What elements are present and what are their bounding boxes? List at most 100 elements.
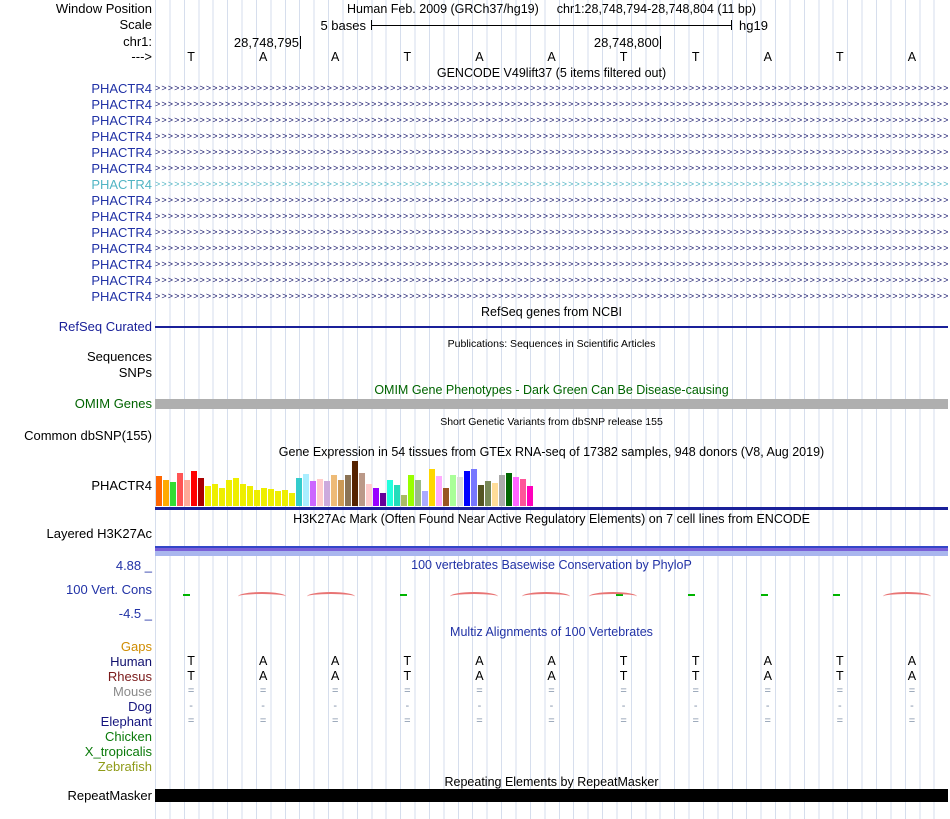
transcript-arrow-line: >>>>>>>>>>>>>>>>>>>>>>>>>>>>>>>>>>>>>>>>… (155, 227, 948, 237)
gtex-expression-bar (478, 485, 484, 506)
gtex-expression-bar (513, 477, 519, 506)
alignment-row: Human T A A T A A T T A T A (0, 654, 950, 669)
coordinate-tick-label: 28,748,795 (233, 35, 299, 50)
gtex-expression-bar (520, 479, 526, 506)
gtex-expression-bar (485, 481, 491, 506)
species-label[interactable]: Human (0, 654, 152, 669)
gencode-item-label[interactable]: PHACTR4 (0, 257, 152, 273)
alignment-mark: = (764, 685, 771, 697)
gencode-item-label[interactable]: PHACTR4 (0, 113, 152, 129)
species-label[interactable]: Rhesus (0, 669, 152, 684)
gencode-item-label[interactable]: PHACTR4 (0, 161, 152, 177)
gtex-expression-bar (324, 481, 330, 506)
conservation-min-value: -4.5 _ (118, 606, 152, 621)
alignment-mark: = (259, 715, 267, 727)
sequences-label[interactable]: Sequences (0, 350, 152, 364)
layered-h3k27ac-label[interactable]: Layered H3K27Ac (0, 527, 152, 541)
snps-label[interactable]: SNPs (0, 366, 152, 380)
gencode-item-label[interactable]: PHACTR4 (0, 273, 152, 289)
omim-genes-label[interactable]: OMIM Genes (0, 397, 152, 411)
gtex-gene-label[interactable]: PHACTR4 (0, 479, 152, 493)
gtex-expression-bar (373, 488, 379, 506)
base-letter: T (691, 50, 700, 64)
gtex-gene-model-line (155, 507, 948, 510)
alignment-mark: - (621, 700, 626, 712)
gtex-expression-bar (205, 486, 211, 506)
aligned-base: A (547, 654, 556, 668)
species-label[interactable]: Gaps (0, 639, 152, 654)
conservation-max-value: 4.88 _ (115, 558, 152, 573)
transcript-arrow-line: >>>>>>>>>>>>>>>>>>>>>>>>>>>>>>>>>>>>>>>>… (155, 259, 948, 269)
aligned-base: A (331, 669, 340, 683)
alignment-mark: = (404, 715, 411, 727)
gencode-item-label[interactable]: PHACTR4 (0, 289, 152, 305)
alignment-mark: = (332, 715, 339, 727)
gtex-expression-bar (219, 488, 225, 506)
gencode-transcript-row: PHACTR4 >>>>>>>>>>>>>>>>>>>>>>>>>>>>>>>>>… (0, 128, 950, 144)
gtex-expression-bar (401, 495, 407, 506)
refseq-gene-line (155, 326, 948, 328)
conservation-track-label[interactable]: 100 Vert. Cons (0, 583, 152, 597)
aligned-base: T (836, 669, 844, 683)
omim-track-title: OMIM Gene Phenotypes - Dark Green Can Be… (374, 383, 729, 397)
gtex-expression-bar (506, 473, 512, 506)
gencode-item-label[interactable]: PHACTR4 (0, 129, 152, 145)
species-label[interactable]: Dog (0, 699, 152, 714)
gtex-expression-bar (282, 490, 288, 506)
chromosome-label: chr1: (123, 34, 152, 49)
aligned-base: T (187, 654, 195, 668)
gtex-expression-bar (261, 488, 267, 506)
gtex-expression-bar (408, 475, 414, 506)
gtex-expression-bar (457, 477, 463, 506)
alignment-row: Zebrafish (0, 759, 950, 774)
reference-sequence-row: TAATAATTATA (0, 50, 950, 65)
species-label[interactable]: Mouse (0, 684, 152, 699)
gtex-expression-bar (310, 481, 316, 506)
repeatmasker-element-bar (155, 789, 948, 802)
gencode-item-label[interactable]: PHACTR4 (0, 81, 152, 97)
gtex-expression-bar (198, 478, 204, 506)
alignment-mark: - (261, 700, 265, 712)
gtex-expression-bar (289, 493, 295, 506)
transcript-arrow-line: >>>>>>>>>>>>>>>>>>>>>>>>>>>>>>>>>>>>>>>>… (155, 99, 948, 109)
omim-gene-bar (155, 399, 948, 409)
species-label[interactable]: Chicken (0, 729, 152, 744)
alignment-mark: = (187, 685, 195, 697)
scale-value: 5 bases (320, 18, 366, 33)
gencode-item-label[interactable]: PHACTR4 (0, 145, 152, 161)
gencode-item-label[interactable]: PHACTR4 (0, 193, 152, 209)
common-dbsnp-label[interactable]: Common dbSNP(155) (0, 429, 152, 443)
alignment-row: Elephant = = = = = = = = = = = (0, 714, 950, 729)
gtex-expression-bar (415, 480, 421, 506)
species-label[interactable]: X_tropicalis (0, 744, 152, 759)
gencode-item-label[interactable]: PHACTR4 (0, 241, 152, 257)
alignment-mark: = (836, 715, 844, 727)
gencode-transcript-row: PHACTR4 >>>>>>>>>>>>>>>>>>>>>>>>>>>>>>>>>… (0, 272, 950, 288)
refseq-track-title: RefSeq genes from NCBI (480, 305, 623, 319)
gencode-item-label[interactable]: PHACTR4 (0, 97, 152, 113)
gencode-transcript-row: PHACTR4 >>>>>>>>>>>>>>>>>>>>>>>>>>>>>>>>>… (0, 240, 950, 256)
gtex-expression-bar (380, 493, 386, 506)
gtex-track-title: Gene Expression in 54 tissues from GTEx … (278, 445, 825, 459)
transcript-arrow-line: >>>>>>>>>>>>>>>>>>>>>>>>>>>>>>>>>>>>>>>>… (155, 163, 948, 173)
species-label[interactable]: Elephant (0, 714, 152, 729)
repeatmasker-label[interactable]: RepeatMasker (0, 789, 152, 803)
alignment-mark: - (405, 700, 410, 712)
gtex-expression-bar (254, 490, 260, 506)
position-range: chr1:28,748,794-28,748,804 (11 bp) (556, 2, 756, 16)
phylop-positive-tick (761, 594, 768, 596)
gencode-track-title: GENCODE V49lift37 (5 items filtered out) (436, 66, 667, 80)
gencode-item-label[interactable]: PHACTR4 (0, 177, 152, 193)
aligned-base: A (763, 669, 772, 683)
gtex-expression-bar (317, 479, 323, 506)
refseq-curated-label[interactable]: RefSeq Curated (0, 320, 152, 334)
gtex-expression-bar (387, 480, 393, 506)
gencode-item-label[interactable]: PHACTR4 (0, 225, 152, 241)
gencode-transcript-row: PHACTR4 >>>>>>>>>>>>>>>>>>>>>>>>>>>>>>>>>… (0, 224, 950, 240)
gtex-expression-bar (359, 473, 365, 506)
gencode-transcript-row: PHACTR4 >>>>>>>>>>>>>>>>>>>>>>>>>>>>>>>>>… (0, 96, 950, 112)
species-label[interactable]: Zebrafish (0, 759, 152, 774)
alignment-row: X_tropicalis (0, 744, 950, 759)
gencode-item-label[interactable]: PHACTR4 (0, 209, 152, 225)
alignment-mark: = (332, 685, 339, 697)
